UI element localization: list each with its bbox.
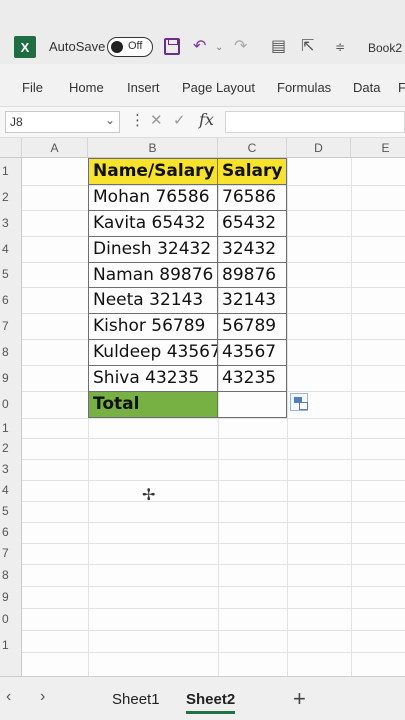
row-header-1[interactable]: 1: [0, 158, 22, 185]
table-header-name[interactable]: Name/Salary: [88, 158, 218, 185]
gridline: [22, 543, 405, 544]
table-cell-salary[interactable]: 76586: [217, 184, 287, 211]
chevron-right-icon[interactable]: ›: [40, 688, 45, 706]
sheet-tab-sheet2[interactable]: Sheet2: [186, 691, 236, 714]
row-header-9[interactable]: 9: [0, 365, 22, 391]
table-cell-name[interactable]: Neeta 32143: [88, 287, 218, 314]
table-cell-salary[interactable]: 43567: [217, 339, 287, 366]
menu-formulas[interactable]: Formulas: [277, 80, 331, 95]
more-options-icon[interactable]: ⋮: [130, 111, 145, 129]
customize-qat-icon[interactable]: ≑: [335, 40, 345, 54]
excel-icon: X: [14, 36, 36, 58]
gridline: [22, 480, 405, 481]
table-cell-salary[interactable]: 32432: [217, 236, 287, 263]
row-header-16[interactable]: 6: [0, 522, 22, 543]
select-all-corner[interactable]: [0, 138, 22, 158]
form-icon[interactable]: ▤: [271, 36, 286, 56]
row-header-19[interactable]: 9: [0, 586, 22, 608]
row-header-10[interactable]: 0: [0, 391, 22, 418]
row-header-12[interactable]: 2: [0, 438, 22, 459]
row-header-21[interactable]: 1: [0, 630, 22, 676]
gridline: [22, 438, 405, 439]
table-cell-salary[interactable]: 43235: [217, 365, 287, 392]
table-total-label[interactable]: Total: [88, 391, 218, 418]
row-header-15[interactable]: 5: [0, 501, 22, 522]
autosave-label: AutoSave: [49, 39, 106, 54]
gridline: [22, 459, 405, 460]
gridline: [22, 652, 405, 653]
column-header-b[interactable]: B: [88, 138, 218, 158]
cell-cursor-icon: ✢: [142, 487, 156, 504]
table-cell-name[interactable]: Dinesh 32432: [88, 236, 218, 263]
column-header-e[interactable]: E: [351, 138, 405, 158]
row-header-18[interactable]: 8: [0, 564, 22, 586]
row-header-7[interactable]: 7: [0, 313, 22, 339]
enter-icon[interactable]: ✓: [173, 111, 186, 129]
table-cell-name[interactable]: Mohan 76586: [88, 184, 218, 211]
column-header-d[interactable]: D: [287, 138, 351, 158]
table-cell-salary[interactable]: 89876: [217, 262, 287, 288]
add-sheet-button[interactable]: +: [293, 686, 306, 712]
table-cell-salary[interactable]: 32143: [217, 287, 287, 314]
paste-options-icon[interactable]: [290, 393, 308, 411]
redo-icon[interactable]: ↷: [234, 36, 247, 56]
table-header-salary[interactable]: Salary: [217, 158, 287, 185]
gridline: [22, 418, 405, 419]
table-total-value[interactable]: [217, 391, 287, 418]
excel-window: X AutoSave Off ↶ ⌄ ↷ ▤ ⇱ ≑ Book2 File Ho…: [0, 0, 405, 720]
menu-insert[interactable]: Insert: [127, 80, 160, 95]
name-box[interactable]: J8: [5, 111, 120, 133]
row-header-6[interactable]: 6: [0, 287, 22, 313]
menu-page-layout[interactable]: Page Layout: [182, 80, 255, 95]
autosave-toggle[interactable]: Off: [107, 37, 153, 57]
toggle-knob: [111, 41, 123, 53]
gridline: [22, 501, 405, 502]
menu-file[interactable]: File: [22, 80, 43, 95]
table-cell-name[interactable]: Kishor 56789: [88, 313, 218, 340]
gridline: [287, 158, 288, 676]
row-header-3[interactable]: 3: [0, 210, 22, 236]
gridline: [22, 522, 405, 523]
column-header-a[interactable]: A: [22, 138, 88, 158]
menu-more[interactable]: F: [398, 80, 405, 95]
share-icon[interactable]: ⇱: [301, 36, 314, 56]
table-cell-salary[interactable]: 65432: [217, 210, 287, 237]
undo-dropdown-icon[interactable]: ⌄: [215, 42, 223, 53]
formula-input[interactable]: [225, 111, 405, 133]
row-header-14[interactable]: 4: [0, 480, 22, 501]
row-header-20[interactable]: 0: [0, 608, 22, 630]
table-cell-name[interactable]: Kavita 65432: [88, 210, 218, 237]
gridline: [22, 630, 405, 631]
column-header-c[interactable]: C: [218, 138, 287, 158]
row-header-17[interactable]: 7: [0, 543, 22, 564]
save-icon[interactable]: [164, 38, 180, 55]
row-header-8[interactable]: 8: [0, 339, 22, 365]
undo-icon[interactable]: ↶: [193, 36, 206, 56]
row-header-4[interactable]: 4: [0, 236, 22, 262]
workbook-title: Book2: [368, 41, 403, 55]
menu-data[interactable]: Data: [353, 80, 380, 95]
gridline: [22, 608, 405, 609]
gridline: [22, 586, 405, 587]
row-header-2[interactable]: 2: [0, 185, 22, 210]
row-header-13[interactable]: 3: [0, 459, 22, 480]
row-header-11[interactable]: 1: [0, 418, 22, 438]
gridline: [351, 158, 352, 676]
table-cell-name[interactable]: Shiva 43235: [88, 365, 218, 392]
autosave-state: Off: [128, 40, 143, 52]
table-cell-name[interactable]: Naman 89876: [88, 262, 218, 288]
chevron-down-icon[interactable]: ⌄: [105, 113, 115, 127]
table-cell-name[interactable]: Kuldeep 43567: [88, 339, 218, 366]
gridline: [22, 564, 405, 565]
sheet-tab-sheet1[interactable]: Sheet1: [112, 691, 160, 708]
row-header-5[interactable]: 5: [0, 262, 22, 287]
insert-function-icon[interactable]: fx: [199, 110, 214, 129]
table-cell-salary[interactable]: 56789: [217, 313, 287, 340]
menu-home[interactable]: Home: [69, 80, 104, 95]
chevron-left-icon[interactable]: ‹: [6, 688, 11, 706]
cancel-icon[interactable]: ✕: [150, 111, 163, 129]
